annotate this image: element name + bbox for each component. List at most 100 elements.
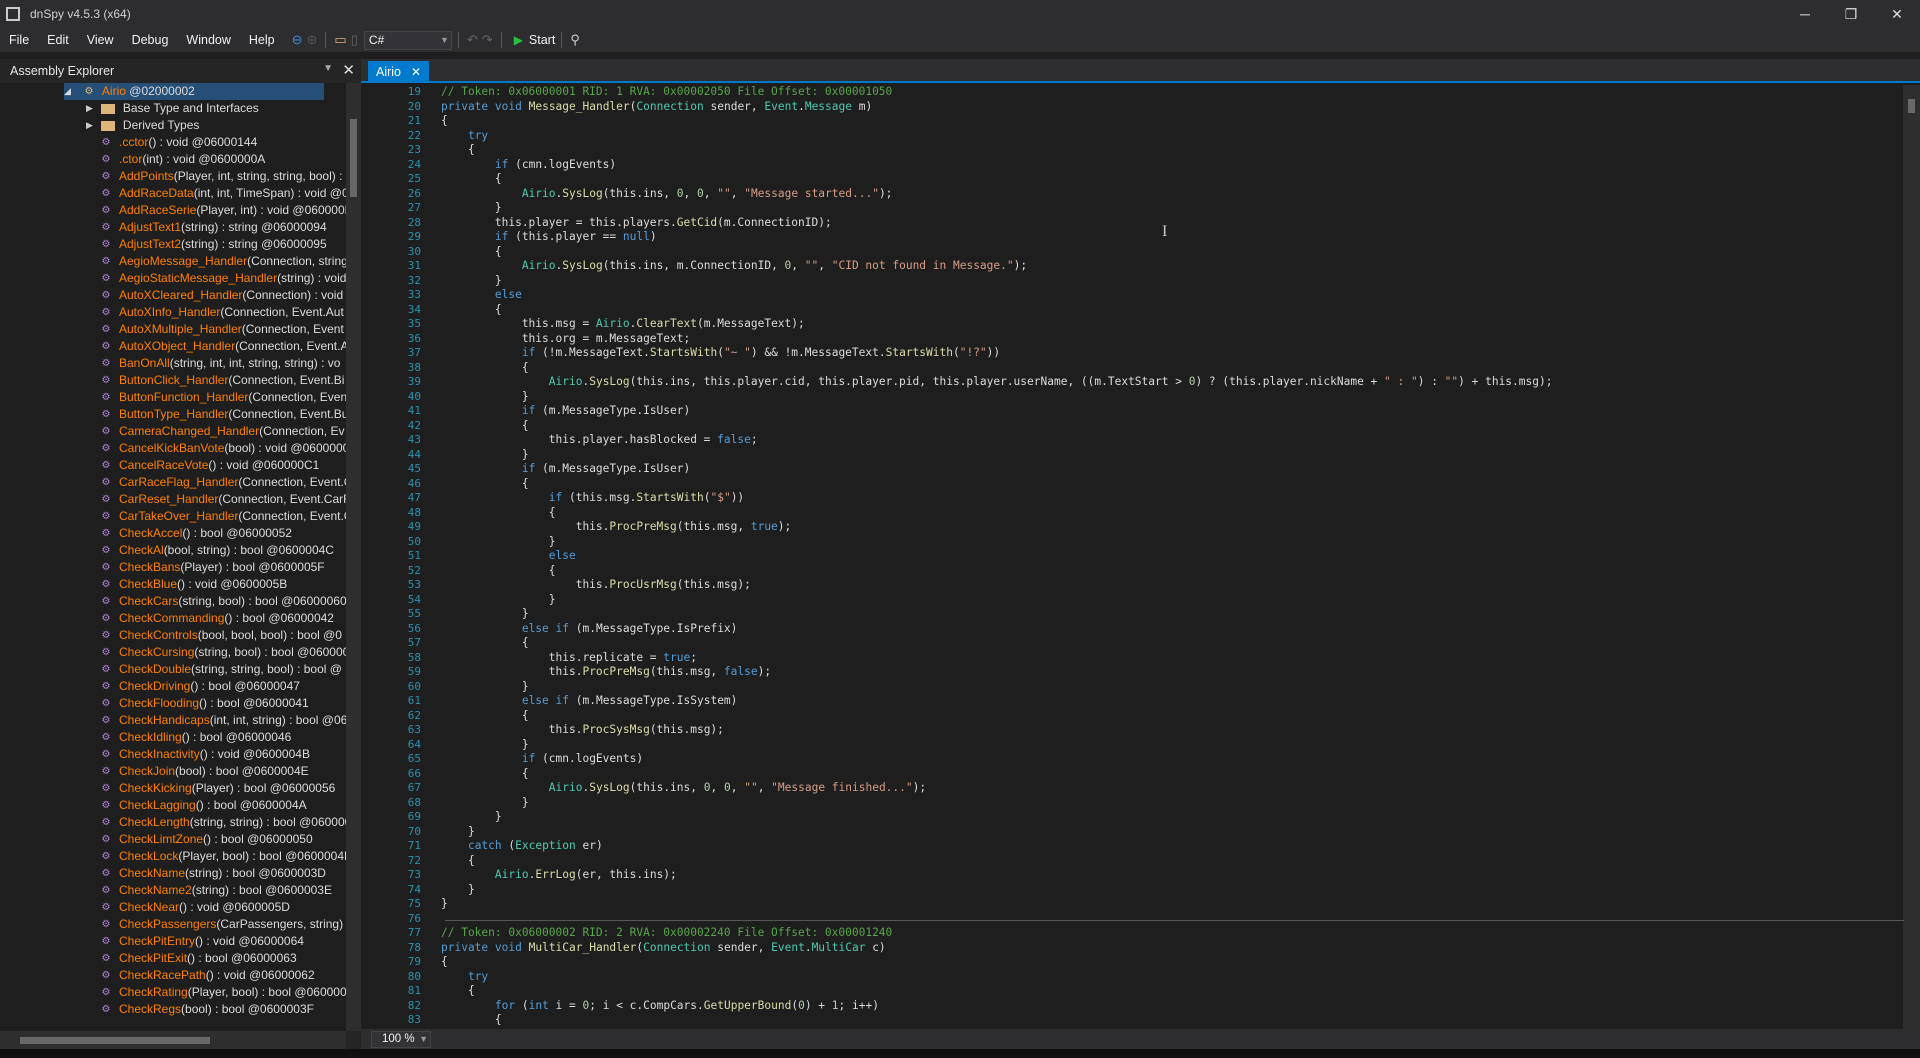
method-icon: ⚙ (101, 204, 111, 216)
minimize-button[interactable]: ─ (1782, 0, 1828, 28)
tree-node-member[interactable]: ⚙ AdjustText1 (string) : string @06000094 (100, 219, 327, 236)
tab-airio[interactable]: Airio ✕ (368, 61, 430, 83)
tree-node-member[interactable]: ⚙ AddRaceData (int, int, TimeSpan) : void … (100, 185, 346, 202)
member-name: CheckAl (119, 543, 164, 557)
menu-window[interactable]: Window (177, 28, 239, 52)
code-line: Airio.SysLog(this.ins, 0, 0, "", "Messag… (548, 781, 927, 794)
tree-node-airio[interactable]: ◢ ⚙ Airio @02000002 (64, 83, 324, 100)
expand-arrow-icon[interactable]: ▶ (86, 100, 93, 117)
tree-node-member[interactable]: ⚙ AddPoints (Player, int, string, string, … (100, 168, 343, 185)
menu-edit[interactable]: Edit (38, 28, 78, 52)
tree-node-member[interactable]: ⚙ CheckControls (bool, bool, bool) : bool … (100, 627, 342, 644)
undo-icon[interactable]: ↶ (467, 31, 478, 49)
tree-node-member[interactable]: ⚙ CheckBans (Player) : bool @0600005F (100, 559, 325, 576)
tree-node-member[interactable]: ⚙ AdjustText2 (string) : string @06000095 (100, 236, 327, 253)
tree-node-member[interactable]: ⚙ AddRaceSerie (Player, int) : void @06000… (100, 202, 346, 219)
tree-node-member[interactable]: ⚙ CheckCommanding() : bool @06000042 (100, 610, 334, 627)
maximize-button[interactable]: ❐ (1828, 0, 1874, 28)
forward-icon[interactable]: ⊕ (307, 31, 318, 49)
menu-file[interactable]: File (0, 28, 38, 52)
tree-vertical-scrollbar[interactable] (346, 83, 361, 1031)
tree-node-member[interactable]: ⚙ CheckAl (bool, string) : bool @0600004C (100, 542, 334, 559)
member-name: AutoXCleared_Handler (119, 288, 243, 302)
editor-vertical-scrollbar[interactable] (1903, 85, 1920, 1029)
menu-debug[interactable]: Debug (123, 28, 178, 52)
start-button[interactable]: ▶ Start (514, 33, 556, 47)
dropdown-icon[interactable]: ▼ (323, 63, 333, 74)
tree-node-member[interactable]: ⚙ CheckLength (string, string) : bool @060… (100, 814, 346, 831)
line-number: 50 (407, 534, 421, 548)
tree-node-member[interactable]: ⚙ AutoXObject_Handler (Connection, Event.A (100, 338, 346, 355)
expand-arrow-icon[interactable]: ▶ (86, 117, 93, 134)
open-icon[interactable]: ▭ (334, 31, 346, 49)
line-number: 59 (407, 665, 421, 678)
assembly-tree[interactable]: ◢ ⚙ Airio @02000002 ▶ Base Type and Inte… (0, 83, 346, 1031)
tree-node-member[interactable]: ⚙ CheckPitEntry() : void @06000064 (100, 933, 304, 950)
menu-help[interactable]: Help (240, 28, 284, 52)
tree-node-member[interactable]: ⚙ AutoXInfo_Handler (Connection, Event.Aut (100, 304, 344, 321)
language-select[interactable]: C# ▼ (363, 30, 452, 50)
tree-node-member[interactable]: ⚙ CheckDriving() : bool @06000047 (100, 678, 300, 695)
menu-view[interactable]: View (78, 28, 123, 52)
tree-node-member[interactable]: ⚙ CarReset_Handler (Connection, Event.CarR (100, 491, 346, 508)
tree-node-member[interactable]: ⚙ CheckDouble (string, string, bool) : boo… (100, 661, 342, 678)
tree-node-member[interactable]: ⚙ CheckLock (Player, bool) : bool @0600004… (100, 848, 346, 865)
member-name: CheckCursing (119, 645, 195, 659)
tree-node-member[interactable]: ⚙ CheckBlue() : void @0600005B (100, 576, 288, 593)
tree-node-member[interactable]: ⚙ CheckJoin (bool) : bool @0600004E (100, 763, 309, 780)
tree-node-member[interactable]: ⚙ CheckFlooding() : bool @06000041 (100, 695, 309, 712)
tree-node-member[interactable]: ⚙ CameraChanged_Handler (Connection, Ev (100, 423, 345, 440)
tree-horizontal-scrollbar[interactable] (0, 1031, 346, 1049)
tree-node-member[interactable]: ⚙ .cctor() : void @06000144 (100, 134, 258, 151)
tree-node-member[interactable]: ⚙ AutoXCleared_Handler (Connection) : void (100, 287, 344, 304)
tree-node-member[interactable]: ⚙ CheckRegs (bool) : bool @0600003F (100, 1001, 314, 1018)
close-button[interactable]: ✕ (1874, 0, 1920, 28)
tree-node-member[interactable]: ⚙ CheckLagging() : bool @0600004A (100, 797, 307, 814)
close-icon[interactable]: ✕ (342, 61, 355, 79)
method-icon: ⚙ (101, 850, 111, 862)
tree-node-member[interactable]: ⚙ CheckKicking (Player) : bool @06000056 (100, 780, 336, 797)
zoom-select[interactable]: 100 % ▼ (371, 1030, 431, 1048)
tree-node-member[interactable]: ⚙ CheckName2 (string) : bool @0600003E (100, 882, 332, 899)
code-editor[interactable]: 19 20 21 22 23 24 25 26 27 28 29 30 31 32 33 34 35 36 37 38… (361, 85, 1920, 1029)
tree-node-member[interactable]: ⚙ CarRaceFlag_Handler (Connection, Event.C (100, 474, 346, 491)
tree-node-member[interactable]: ⚙ ButtonFunction_Handler (Connection, Even (100, 389, 346, 406)
tree-node-member[interactable]: ⚙ CheckIdling() : bool @06000046 (100, 729, 292, 746)
close-tab-icon[interactable]: ✕ (411, 65, 421, 79)
tree-node-member[interactable]: ⚙ CheckCars (string, bool) : bool @0600006… (100, 593, 346, 610)
tree-node-member[interactable]: ⚙ ButtonType_Handler (Connection, Event.Bu (100, 406, 346, 423)
tree-node-member[interactable]: ⚙ CheckPitExit() : bool @06000063 (100, 950, 297, 967)
tree-node-member[interactable]: ⚙ AegioStaticMessage_Handler (string) : vo… (100, 270, 346, 287)
close-all-icon[interactable]: ▯ (351, 31, 358, 49)
tree-node-base-types[interactable]: ▶ Base Type and Interfaces (86, 100, 259, 117)
search-icon[interactable]: ⚲ (570, 31, 580, 49)
tree-node-member[interactable]: ⚙ CheckRacePath() : void @06000062 (100, 967, 315, 984)
tree-node-member[interactable]: ⚙ CheckName (string) : bool @0600003D (100, 865, 326, 882)
tree-node-member[interactable]: ⚙ BanOnAll (string, int, int, string, stri… (100, 355, 341, 372)
tree-node-member[interactable]: ⚙ AegioMessage_Handler (Connection, string (100, 253, 346, 270)
scrollbar-thumb[interactable] (1908, 99, 1915, 113)
tree-node-member[interactable]: ⚙ CheckAccel() : bool @06000052 (100, 525, 292, 542)
code-line: if (!m.MessageText.StartsWith("~ ") && !… (521, 346, 1001, 359)
tree-node-member[interactable]: ⚙ CancelKickBanVote (bool) : void @0600000… (100, 440, 346, 457)
scrollbar-thumb[interactable] (20, 1037, 210, 1044)
tree-node-member[interactable]: ⚙ CheckPassengers (CarPassengers, string) … (100, 916, 346, 933)
tree-node-member[interactable]: ⚙ CheckRating (Player, bool) : bool @06000… (100, 984, 346, 1001)
scrollbar-thumb[interactable] (350, 119, 357, 197)
tree-node-member[interactable]: ⚙ CancelRaceVote() : void @060000C1 (100, 457, 320, 474)
code-area[interactable]: // Token: 0x06000001 RID: 1 RVA: 0x00002… (441, 85, 1901, 1029)
tree-node-member[interactable]: ⚙ AutoXMultiple_Handler (Connection, Event (100, 321, 344, 338)
tree-node-member[interactable]: ⚙ CarTakeOver_Handler (Connection, Event.C (100, 508, 346, 525)
tree-node-member[interactable]: ⚙ CheckInactivity() : void @0600004B (100, 746, 310, 763)
tree-node-member[interactable]: ⚙ ButtonClick_Handler (Connection, Event.B… (100, 372, 345, 389)
tree-node-member[interactable]: ⚙ CheckHandicaps (int, int, string) : bool… (100, 712, 346, 729)
redo-icon[interactable]: ↷ (482, 31, 493, 49)
back-icon[interactable]: ⊖ (292, 31, 303, 49)
tree-node-derived-types[interactable]: ▶ Derived Types (86, 117, 199, 134)
code-line: Airio.SysLog(this.ins, this.player.cid, … (548, 375, 1553, 388)
tree-node-member[interactable]: ⚙ .ctor (int) : void @0600000A (100, 151, 266, 168)
tree-node-member[interactable]: ⚙ CheckLimtZone() : bool @06000050 (100, 831, 313, 848)
expand-icon[interactable]: ◢ (64, 83, 71, 100)
tree-node-member[interactable]: ⚙ CheckCursing (string, bool) : bool @0600… (100, 644, 346, 661)
tree-node-member[interactable]: ⚙ CheckNear() : void @0600005D (100, 899, 290, 916)
